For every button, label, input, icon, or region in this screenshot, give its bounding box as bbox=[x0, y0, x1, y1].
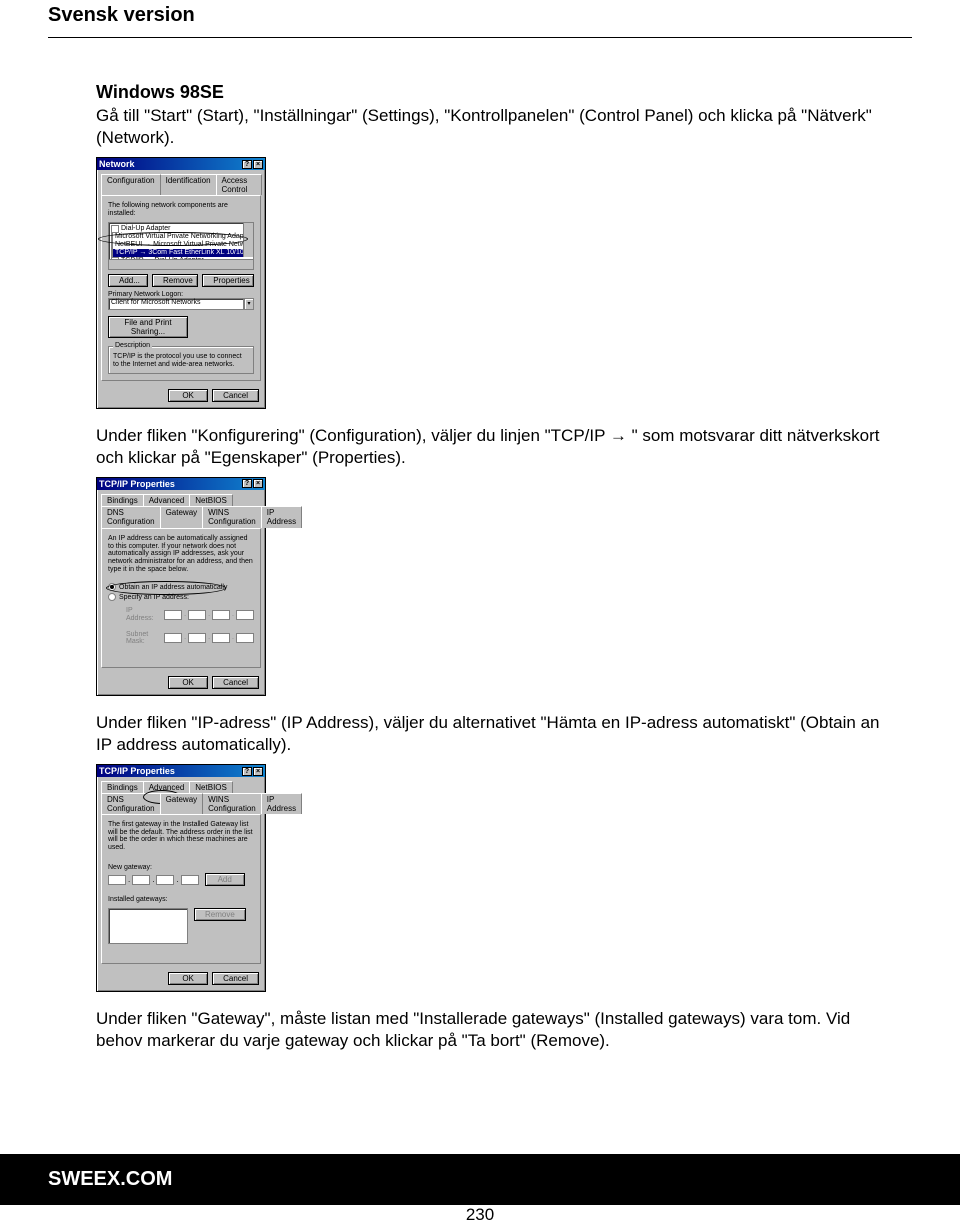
footer-page-strip: 230 bbox=[0, 1205, 960, 1227]
tcpip1-tabs-top: Bindings Advanced NetBIOS bbox=[101, 494, 261, 506]
properties-button[interactable]: Properties bbox=[202, 274, 254, 287]
intro-text-1: Gå till "Start" (Start), "Inställningar"… bbox=[96, 105, 888, 149]
network-titlebar: Network ? × bbox=[97, 158, 265, 170]
tcpip2-tabs-top: Bindings Advanced NetBIOS bbox=[101, 781, 261, 793]
header-rule bbox=[48, 37, 912, 38]
tab-dns[interactable]: DNS Configuration bbox=[101, 506, 161, 528]
network-components-list[interactable]: Dial-Up Adapter Microsoft Virtual Privat… bbox=[108, 222, 254, 270]
footer-brand: SWEEX.COM bbox=[48, 1168, 172, 1191]
protocol-icon bbox=[111, 249, 113, 257]
add-button[interactable]: Add... bbox=[108, 274, 148, 287]
help-icon[interactable]: ? bbox=[242, 767, 252, 776]
tab-wins[interactable]: WINS Configuration bbox=[202, 793, 262, 814]
tab-configuration[interactable]: Configuration bbox=[101, 174, 161, 195]
subnet-mask-field: ... bbox=[164, 633, 254, 643]
tcpip2-title: TCP/IP Properties bbox=[99, 766, 175, 776]
components-label: The following network components are ins… bbox=[108, 202, 254, 217]
chevron-down-icon[interactable]: ▾ bbox=[244, 298, 254, 310]
specify-ip-label: Specify an IP address: bbox=[119, 594, 189, 601]
help-icon[interactable]: ? bbox=[242, 160, 252, 169]
page-header: Svensk version bbox=[48, 4, 912, 27]
description-label: Description bbox=[113, 342, 152, 349]
tcpip1-tabs-bottom: DNS Configuration Gateway WINS Configura… bbox=[101, 506, 261, 528]
scrollbar-vertical[interactable] bbox=[243, 223, 253, 257]
ok-button[interactable]: OK bbox=[168, 972, 208, 985]
network-tabs: Configuration Identification Access Cont… bbox=[101, 174, 261, 195]
network-title: Network bbox=[99, 159, 135, 169]
intro-text-2: Under fliken "Konfigurering" (Configurat… bbox=[96, 425, 888, 469]
close-icon[interactable]: × bbox=[253, 479, 263, 488]
add-gateway-button[interactable]: Add bbox=[205, 873, 245, 886]
cancel-button[interactable]: Cancel bbox=[212, 676, 259, 689]
tcpip1-title: TCP/IP Properties bbox=[99, 479, 175, 489]
tab-bindings[interactable]: Bindings bbox=[101, 781, 144, 793]
adapter-icon bbox=[111, 233, 113, 241]
scrollbar-horizontal[interactable] bbox=[109, 259, 253, 269]
network-tab-panel: The following network components are ins… bbox=[101, 195, 261, 380]
tcpip2-panel: The first gateway in the Installed Gatew… bbox=[101, 814, 261, 964]
tab-ipaddress[interactable]: IP Address bbox=[261, 506, 302, 528]
ip-intro-text: An IP address can be automatically assig… bbox=[108, 535, 254, 573]
tab-access-control[interactable]: Access Control bbox=[216, 174, 262, 195]
ok-button[interactable]: OK bbox=[168, 389, 208, 402]
obtain-ip-label: Obtain an IP address automatically bbox=[119, 584, 227, 591]
list-item[interactable]: Dial-Up Adapter bbox=[111, 225, 251, 233]
specify-ip-radio[interactable]: Specify an IP address: bbox=[108, 593, 254, 601]
tab-netbios[interactable]: NetBIOS bbox=[189, 781, 233, 793]
remove-button[interactable]: Remove bbox=[152, 274, 198, 287]
tab-wins[interactable]: WINS Configuration bbox=[202, 506, 262, 528]
new-gateway-label: New gateway: bbox=[108, 864, 254, 872]
tcpip2-tabs-bottom: DNS Configuration Gateway WINS Configura… bbox=[101, 793, 261, 814]
tab-bindings[interactable]: Bindings bbox=[101, 494, 144, 506]
installed-gateways-list[interactable] bbox=[108, 908, 188, 944]
tcpip2-titlebar: TCP/IP Properties ? × bbox=[97, 765, 265, 777]
ok-button[interactable]: OK bbox=[168, 676, 208, 689]
close-icon[interactable]: × bbox=[253, 160, 263, 169]
logon-select[interactable]: Client for Microsoft Networks bbox=[108, 298, 244, 310]
logon-label: Primary Network Logon: bbox=[108, 291, 254, 299]
new-gateway-field[interactable]: ... bbox=[108, 875, 199, 885]
heading-windows98se: Windows 98SE bbox=[96, 82, 888, 103]
list-item[interactable]: NetBEUI → Microsoft Virtual Private Netw… bbox=[111, 241, 251, 249]
cancel-button[interactable]: Cancel bbox=[212, 389, 259, 402]
intro-text-3: Under fliken "IP-adress" (IP Address), v… bbox=[96, 712, 888, 756]
subnet-mask-label: Subnet Mask: bbox=[126, 631, 158, 646]
close-icon[interactable]: × bbox=[253, 767, 263, 776]
tab-gateway[interactable]: Gateway bbox=[160, 506, 204, 528]
tab-dns[interactable]: DNS Configuration bbox=[101, 793, 161, 814]
tab-ipaddress[interactable]: IP Address bbox=[261, 793, 302, 814]
protocol-icon bbox=[111, 241, 113, 249]
tab-advanced[interactable]: Advanced bbox=[143, 494, 191, 506]
obtain-ip-radio[interactable]: Obtain an IP address automatically bbox=[108, 583, 254, 591]
file-print-sharing-button[interactable]: File and Print Sharing... bbox=[108, 316, 188, 338]
ip-address-label: IP Address: bbox=[126, 607, 158, 622]
installed-gateways-label: Installed gateways: bbox=[108, 896, 254, 904]
tab-netbios[interactable]: NetBIOS bbox=[189, 494, 233, 506]
page-number: 230 bbox=[466, 1205, 494, 1225]
tab-gateway[interactable]: Gateway bbox=[160, 793, 204, 814]
footer-band: SWEEX.COM 230 bbox=[0, 1154, 960, 1227]
cancel-button[interactable]: Cancel bbox=[212, 972, 259, 985]
tab-identification[interactable]: Identification bbox=[160, 174, 217, 195]
adapter-icon bbox=[111, 225, 119, 233]
tcpip-gateway-dialog: TCP/IP Properties ? × Bindings Advanced … bbox=[96, 764, 266, 992]
network-dialog: Network ? × Configuration Identification… bbox=[96, 157, 266, 408]
tcpip-ipaddress-dialog: TCP/IP Properties ? × Bindings Advanced … bbox=[96, 477, 266, 696]
description-text: TCP/IP is the protocol you use to connec… bbox=[113, 353, 249, 368]
help-icon[interactable]: ? bbox=[242, 479, 252, 488]
radio-icon bbox=[108, 583, 116, 591]
list-item-selected[interactable]: TCP/IP → 3Com Fast EtherLink XL 10/100Mb… bbox=[111, 249, 251, 257]
gateway-intro-text: The first gateway in the Installed Gatew… bbox=[108, 821, 254, 852]
tcpip1-panel: An IP address can be automatically assig… bbox=[101, 528, 261, 668]
list-item[interactable]: Microsoft Virtual Private Networking Ada… bbox=[111, 233, 251, 241]
ip-address-field: ... bbox=[164, 610, 254, 620]
radio-icon bbox=[108, 593, 116, 601]
description-group: Description TCP/IP is the protocol you u… bbox=[108, 346, 254, 373]
tab-advanced[interactable]: Advanced bbox=[143, 781, 191, 793]
tcpip1-titlebar: TCP/IP Properties ? × bbox=[97, 478, 265, 490]
intro-text-4: Under fliken "Gateway", måste listan med… bbox=[96, 1008, 888, 1052]
remove-gateway-button[interactable]: Remove bbox=[194, 908, 246, 921]
